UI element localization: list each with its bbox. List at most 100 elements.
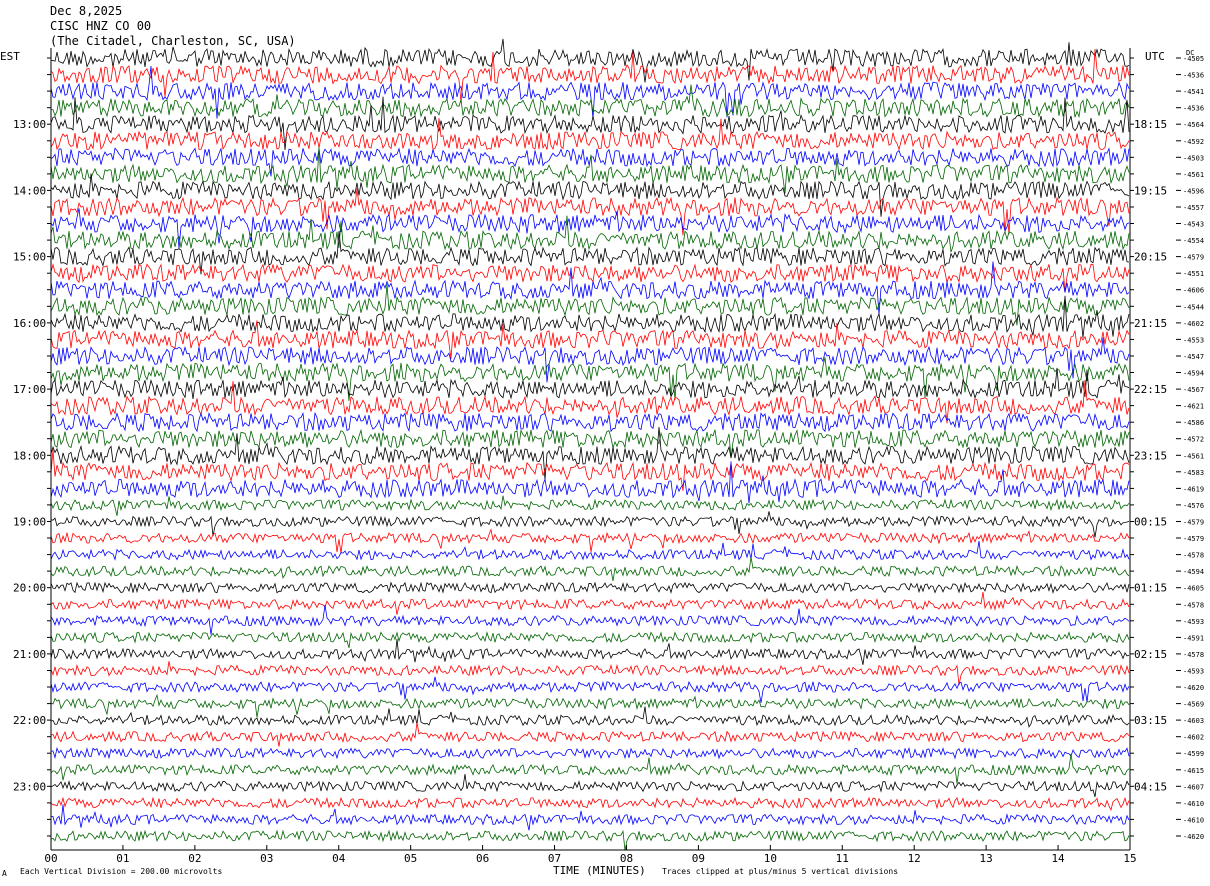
trace-line-36 (50, 638, 1130, 665)
corner-mark: A (2, 869, 7, 878)
dc-offset-label-2: -4541 (1183, 88, 1204, 96)
dc-offset-label-16: -4602 (1183, 320, 1204, 328)
hour-label-left-6: 19:00 (13, 516, 46, 529)
dc-offset-label-41: -4602 (1183, 734, 1204, 742)
dc-offset-label-33: -4578 (1183, 601, 1204, 609)
x-tick-label-9: 09 (692, 852, 705, 865)
x-tick-label-0: 00 (44, 852, 57, 865)
trace-line-38 (50, 676, 1130, 703)
x-tick-label-13: 13 (980, 852, 993, 865)
dc-offset-label-11: -4554 (1183, 237, 1204, 245)
x-tick-label-14: 14 (1051, 852, 1065, 865)
dc-offset-label-36: -4578 (1183, 651, 1204, 659)
trace-line-28 (50, 511, 1130, 538)
trace-line-5 (50, 118, 1130, 151)
dc-offset-label-17: -4553 (1183, 336, 1204, 344)
dc-column-header: DC (1186, 49, 1195, 57)
dc-offset-label-43: -4615 (1183, 767, 1204, 775)
hour-label-left-7: 20:00 (13, 582, 46, 595)
hour-label-left-5: 18:00 (13, 449, 46, 462)
hour-label-left-1: 14:00 (13, 184, 46, 197)
trace-line-33 (50, 591, 1130, 615)
dc-offset-label-4: -4564 (1183, 121, 1204, 129)
hour-label-right-2: 20:15 (1134, 251, 1167, 264)
dc-offset-label-44: -4607 (1183, 783, 1204, 791)
dc-offset-label-26: -4619 (1183, 485, 1204, 493)
trace-line-32 (50, 581, 1130, 595)
x-axis-title: TIME (MINUTES) (553, 864, 646, 877)
hour-label-left-8: 21:00 (13, 648, 46, 661)
trace-line-45 (50, 796, 1130, 812)
hour-label-right-3: 21:15 (1134, 317, 1167, 330)
dc-offset-label-9: -4557 (1183, 204, 1204, 212)
dc-offset-label-31: -4594 (1183, 568, 1204, 576)
trace-line-37 (50, 661, 1130, 686)
x-tick-label-15: 15 (1123, 852, 1136, 865)
dc-offset-label-18: -4547 (1183, 353, 1204, 361)
trace-line-41 (50, 722, 1130, 747)
dc-offset-label-35: -4591 (1183, 634, 1204, 642)
hour-label-right-6: 00:15 (1134, 516, 1167, 529)
hour-label-right-5: 23:15 (1134, 449, 1167, 462)
dc-offset-label-6: -4503 (1183, 154, 1204, 162)
hour-label-right-4: 22:15 (1134, 383, 1167, 396)
x-tick-label-11: 11 (836, 852, 849, 865)
dc-offset-label-38: -4620 (1183, 684, 1204, 692)
dc-offset-label-30: -4578 (1183, 552, 1204, 560)
dc-offset-label-25: -4583 (1183, 469, 1204, 477)
dc-offset-label-27: -4576 (1183, 502, 1204, 510)
trace-line-39 (50, 693, 1130, 718)
dc-offset-label-46: -4610 (1183, 816, 1204, 824)
hour-label-left-3: 16:00 (13, 317, 46, 330)
trace-line-34 (50, 605, 1130, 635)
dc-offset-label-14: -4606 (1183, 287, 1204, 295)
dc-offset-label-21: -4621 (1183, 403, 1204, 411)
trace-line-44 (50, 774, 1130, 798)
x-tick-label-5: 05 (404, 852, 417, 865)
hour-label-right-8: 02:15 (1134, 648, 1167, 661)
right-timezone-label: UTC (1145, 50, 1165, 63)
x-tick-label-10: 10 (764, 852, 777, 865)
dc-offset-label-10: -4543 (1183, 221, 1204, 229)
dc-offset-label-40: -4603 (1183, 717, 1204, 725)
dc-offset-label-7: -4561 (1183, 171, 1204, 179)
dc-offset-label-12: -4579 (1183, 254, 1204, 262)
clip-note: Traces clipped at plus/minus 5 vertical … (662, 867, 899, 876)
dc-offset-label-20: -4567 (1183, 386, 1204, 394)
dc-offset-label-47: -4620 (1183, 833, 1204, 841)
dc-offset-label-3: -4536 (1183, 105, 1204, 113)
trace-line-13 (50, 263, 1130, 293)
dc-offset-label-24: -4561 (1183, 452, 1204, 460)
hour-label-left-4: 17:00 (13, 383, 46, 396)
hour-label-left-0: 13:00 (13, 118, 46, 131)
trace-line-46 (50, 804, 1130, 831)
hour-label-right-7: 01:15 (1134, 582, 1167, 595)
hour-label-left-10: 23:00 (13, 780, 46, 793)
dc-offset-label-37: -4593 (1183, 668, 1204, 676)
trace-line-23 (50, 428, 1130, 458)
x-tick-label-12: 12 (908, 852, 921, 865)
hour-label-right-9: 03:15 (1134, 714, 1167, 727)
hour-label-left-9: 22:00 (13, 714, 46, 727)
trace-line-35 (50, 631, 1130, 649)
x-tick-label-6: 06 (476, 852, 489, 865)
dc-offset-label-29: -4579 (1183, 535, 1204, 543)
x-tick-label-3: 03 (260, 852, 273, 865)
x-tick-label-2: 02 (188, 852, 201, 865)
trace-line-24 (50, 426, 1130, 481)
dc-offset-label-1: -4536 (1183, 72, 1204, 80)
trace-line-40 (50, 706, 1130, 728)
dc-offset-label-15: -4544 (1183, 303, 1204, 311)
x-tick-label-4: 04 (332, 852, 346, 865)
trace-line-47 (50, 829, 1130, 851)
dc-offset-label-45: -4610 (1183, 800, 1204, 808)
trace-line-42 (50, 746, 1130, 760)
dc-offset-label-28: -4579 (1183, 519, 1204, 527)
hour-label-left-2: 15:00 (13, 251, 46, 264)
dc-offset-label-5: -4592 (1183, 138, 1204, 146)
trace-line-43 (50, 754, 1130, 784)
dc-offset-label-13: -4551 (1183, 270, 1204, 278)
trace-line-31 (50, 556, 1130, 582)
trace-line-11 (50, 215, 1130, 253)
trace-line-22 (50, 411, 1130, 433)
